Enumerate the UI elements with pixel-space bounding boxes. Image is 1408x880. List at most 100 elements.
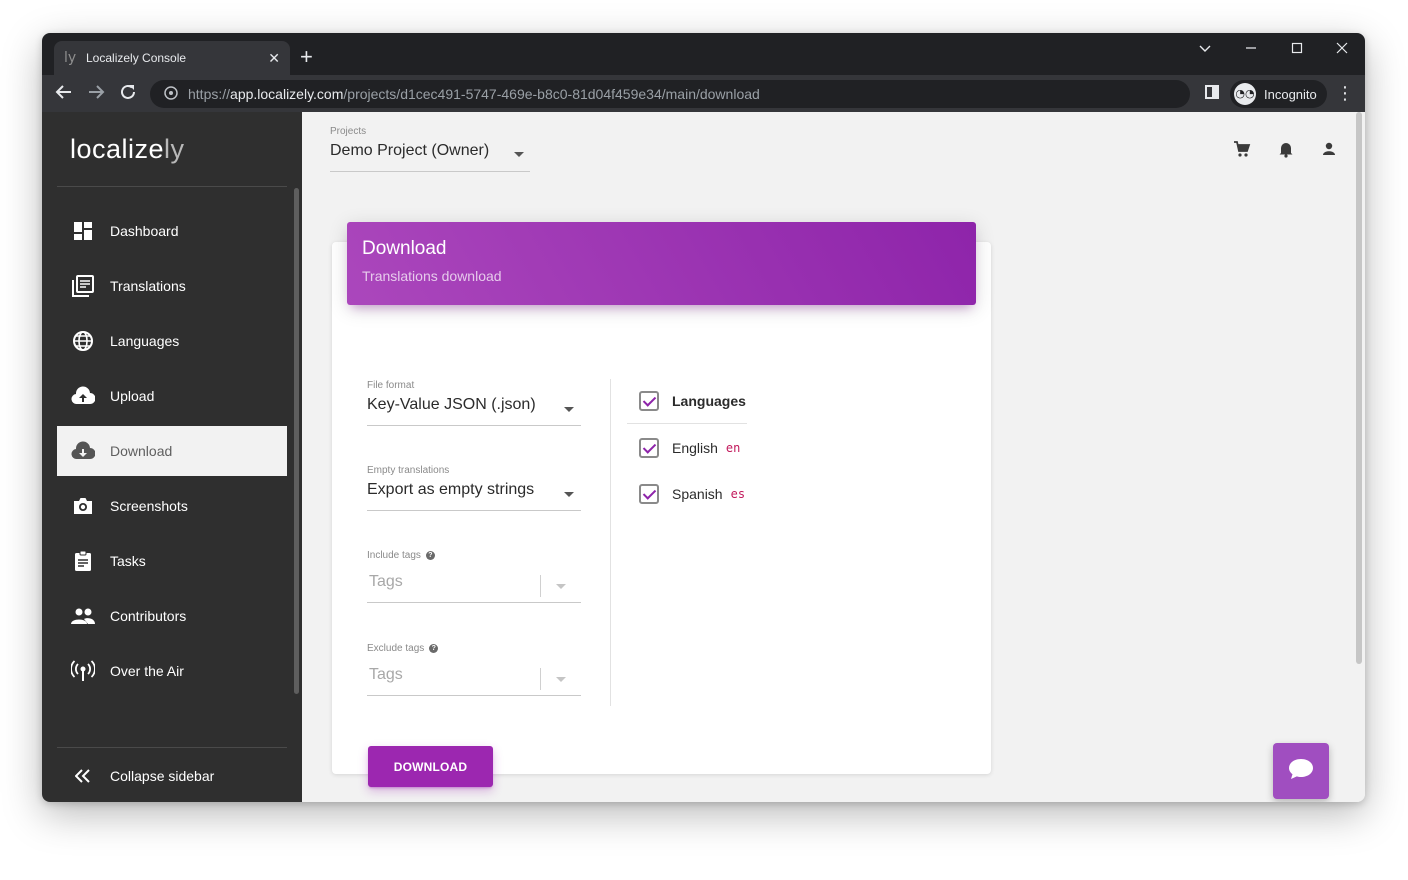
incognito-label: Incognito [1264, 86, 1317, 102]
languages-select-all-checkbox[interactable]: Languages [639, 391, 746, 411]
notifications-bell-icon[interactable] [1277, 140, 1295, 158]
checkbox-checked-icon [639, 391, 659, 411]
minimize-icon[interactable] [1245, 41, 1257, 57]
sidebar-item-label: Languages [110, 333, 180, 349]
sidebar-item-label: Dashboard [110, 223, 179, 239]
user-account-icon[interactable] [1320, 140, 1338, 158]
include-tags-select[interactable]: Tags [367, 573, 581, 603]
back-arrow-icon[interactable] [55, 83, 73, 105]
window-close-icon[interactable] [1336, 41, 1348, 57]
reload-icon[interactable] [119, 83, 137, 105]
sidebar-item-translations[interactable]: Translations [57, 261, 287, 311]
exclude-tags-label: Exclude tags? [367, 643, 439, 654]
exclude-tags-placeholder: Tags [369, 666, 403, 683]
dropdown-caret-icon [564, 407, 574, 412]
collapse-sidebar-label: Collapse sidebar [110, 768, 215, 784]
dropdown-caret-icon [556, 584, 566, 589]
clipboard-icon [70, 548, 96, 574]
include-tags-placeholder: Tags [369, 573, 403, 590]
sidebar-item-dashboard[interactable]: Dashboard [57, 206, 287, 256]
dropdown-caret-icon [556, 677, 566, 682]
camera-icon [70, 493, 96, 519]
browser-menu-icon[interactable]: ⋮ [1336, 83, 1354, 104]
dropdown-caret-icon [514, 152, 524, 157]
project-select[interactable]: Demo Project (Owner) [330, 142, 530, 172]
main-content: Projects Demo Project (Owner) Download T… [302, 112, 1365, 802]
forward-arrow-icon[interactable] [87, 83, 105, 105]
cloud-upload-icon [70, 383, 96, 409]
dashboard-icon [70, 218, 96, 244]
select-separator [540, 668, 541, 690]
help-question-icon[interactable]: ? [425, 551, 435, 560]
tab-title: Localizely Console [86, 51, 187, 65]
new-tab-icon[interactable]: + [300, 45, 313, 69]
sidebar-item-contributors[interactable]: Contributors [57, 591, 287, 641]
project-select-value: Demo Project (Owner) [330, 142, 490, 159]
checkbox-checked-icon [639, 484, 659, 504]
localizely-logo[interactable]: localizely [70, 134, 185, 165]
sidebar-item-languages[interactable]: Languages [57, 316, 287, 366]
app-sidebar: localizely Dashboard Translations Langua… [42, 112, 302, 802]
languages-divider [627, 423, 747, 424]
sidebar-item-label: Translations [110, 278, 186, 294]
language-name: Spanish [672, 486, 723, 502]
empty-translations-select[interactable]: Export as empty strings [367, 481, 581, 511]
sidebar-item-download[interactable]: Download [57, 426, 287, 476]
language-checkbox-english[interactable]: English en [639, 438, 740, 458]
browser-toolbar: https://app.localizely.com/projects/d1ce… [42, 75, 1365, 112]
browser-tab[interactable]: ly Localizely Console ✕ [54, 41, 290, 75]
sidebar-divider [57, 747, 287, 748]
file-format-select[interactable]: Key-Value JSON (.json) [367, 396, 581, 426]
sidebar-item-upload[interactable]: Upload [57, 371, 287, 421]
sidebar-item-label: Download [110, 443, 173, 459]
empty-translations-label: Empty translations [367, 465, 450, 476]
tab-search-chevron-icon[interactable] [1199, 41, 1211, 57]
card-subtitle: Translations download [362, 268, 502, 284]
sidebar-item-tasks[interactable]: Tasks [57, 536, 287, 586]
include-tags-label: Include tags? [367, 550, 435, 561]
sidebar-item-label: Tasks [110, 553, 146, 569]
sidebar-item-over-the-air[interactable]: Over the Air [57, 646, 287, 696]
address-bar[interactable]: https://app.localizely.com/projects/d1ce… [150, 80, 1190, 108]
language-name: English [672, 440, 718, 456]
language-code: en [725, 441, 741, 455]
language-code: es [730, 487, 746, 501]
dropdown-caret-icon [564, 492, 574, 497]
languages-label: Languages [672, 393, 746, 409]
exclude-tags-select[interactable]: Tags [367, 666, 581, 696]
cart-icon[interactable] [1233, 140, 1251, 158]
help-question-icon[interactable]: ? [429, 644, 439, 653]
sidebar-item-label: Contributors [110, 608, 187, 624]
projects-label: Projects [330, 126, 367, 137]
browser-tabbar: ly Localizely Console ✕ + [42, 33, 1365, 75]
cloud-download-icon [70, 438, 96, 464]
side-panel-icon[interactable] [1205, 85, 1219, 99]
language-checkbox-spanish[interactable]: Spanish es [639, 484, 745, 504]
empty-translations-value: Export as empty strings [367, 481, 535, 498]
collapse-sidebar-button[interactable]: Collapse sidebar [57, 751, 287, 801]
browser-window: ly Localizely Console ✕ + https://app.lo… [42, 33, 1365, 802]
sidebar-scrollbar[interactable] [294, 188, 299, 694]
maximize-icon[interactable] [1291, 41, 1303, 57]
site-info-icon[interactable] [164, 85, 178, 103]
localizely-favicon-icon: ly [64, 50, 77, 66]
translations-icon [70, 273, 96, 299]
select-separator [540, 575, 541, 597]
tab-close-icon[interactable]: ✕ [268, 50, 280, 67]
download-button[interactable]: DOWNLOAD [368, 746, 493, 787]
antenna-icon [70, 658, 96, 684]
chat-support-button[interactable] [1273, 743, 1329, 799]
sidebar-item-label: Upload [110, 388, 155, 404]
file-format-label: File format [367, 380, 415, 391]
globe-icon [70, 328, 96, 354]
checkbox-checked-icon [639, 438, 659, 458]
main-scrollbar[interactable] [1356, 112, 1362, 664]
sidebar-item-label: Screenshots [110, 498, 188, 514]
incognito-profile-button[interactable]: ◔◔ Incognito [1230, 80, 1327, 108]
url-text: https://app.localizely.com/projects/d1ce… [188, 86, 760, 102]
chat-bubble-icon [1287, 757, 1315, 786]
file-format-value: Key-Value JSON (.json) [367, 396, 536, 413]
column-divider [610, 379, 611, 706]
card-title: Download [362, 238, 447, 259]
sidebar-item-screenshots[interactable]: Screenshots [57, 481, 287, 531]
